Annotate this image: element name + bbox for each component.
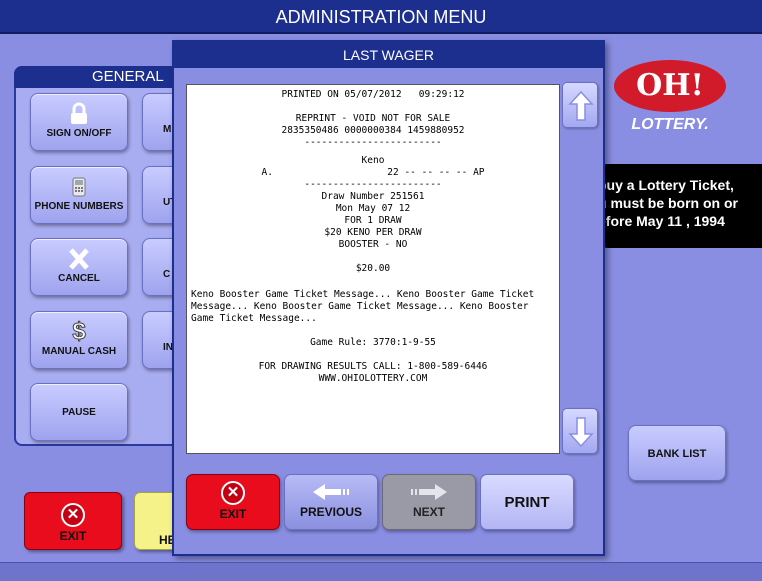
lock-icon: [71, 102, 87, 124]
previous-button[interactable]: PREVIOUS: [284, 474, 378, 530]
receipt-game: Keno: [361, 155, 385, 166]
pause-label: PAUSE: [62, 407, 96, 418]
general-header: GENERAL: [14, 66, 190, 88]
receipt-pick-line: A. 22 -- -- -- -- AP: [261, 167, 485, 178]
bottom-strip: [0, 562, 762, 581]
sign-on-off-label: SIGN ON/OFF: [46, 128, 112, 139]
cancel-label: CANCEL: [58, 273, 100, 284]
cancel-button[interactable]: CANCEL: [30, 238, 128, 296]
age-requirement-message: buy a Lottery Ticket, u must be born on …: [592, 164, 762, 248]
age-line-2: u must be born on or: [598, 195, 738, 211]
scroll-down-button[interactable]: [562, 408, 598, 454]
receipt-separator: ------------------------: [304, 179, 442, 190]
dialog-exit-button[interactable]: ✕ EXIT: [186, 474, 280, 530]
dialog-exit-label: EXIT: [219, 507, 247, 521]
x-icon: [69, 248, 89, 270]
pause-button[interactable]: PAUSE: [30, 383, 128, 441]
receipt-booster: BOOSTER - NO: [338, 239, 408, 250]
phone-icon: [72, 177, 86, 197]
receipt-printed: PRINTED ON 05/07/2012 09:29:12: [281, 89, 465, 100]
receipt-results: FOR DRAWING RESULTS CALL: 1-800-589-6446: [258, 361, 488, 372]
close-circle-icon: ✕: [61, 503, 85, 527]
logo-mark: OH!: [614, 60, 726, 112]
logo-word: LOTTERY.: [631, 116, 709, 133]
receipt-serial: 2835350486 0000000384 1459880952: [281, 125, 465, 136]
scroll-up-button[interactable]: [562, 82, 598, 128]
window-title: ADMINISTRATION MENU: [0, 0, 762, 34]
age-line-3: efore May 11 , 1994: [598, 213, 725, 229]
partial-label-3: C: [163, 269, 171, 280]
receipt-draws: FOR 1 DRAW: [344, 215, 402, 226]
receipt-date: Mon May 07 12: [335, 203, 411, 214]
receipt-message: Keno Booster Game Ticket Message... Keno…: [191, 289, 535, 324]
sign-on-off-button[interactable]: SIGN ON/OFF: [30, 93, 128, 151]
next-button[interactable]: NEXT: [382, 474, 476, 530]
exit-label: EXIT: [59, 529, 87, 543]
print-button[interactable]: PRINT: [480, 474, 574, 530]
dollar-icon: $: [72, 318, 86, 345]
ohio-lottery-logo: OH! LOTTERY.: [612, 60, 728, 140]
manual-cash-label: MANUAL CASH: [41, 346, 117, 357]
bank-list-button[interactable]: BANK LIST: [628, 425, 726, 481]
receipt-game-rule: Game Rule: 3770:1-9-55: [310, 337, 436, 348]
previous-label: PREVIOUS: [299, 505, 362, 519]
receipt-website: WWW.OHIOLOTTERY.COM: [318, 373, 428, 384]
dialog-title: LAST WAGER: [174, 42, 603, 68]
phone-numbers-label: PHONE NUMBERS: [34, 201, 124, 212]
age-line-1: buy a Lottery Ticket,: [598, 177, 734, 193]
last-wager-dialog: LAST WAGER PRINTED ON 05/07/2012 09:29:1…: [172, 40, 605, 556]
receipt-total: $20.00: [355, 263, 391, 274]
phone-numbers-button[interactable]: PHONE NUMBERS: [30, 166, 128, 224]
manual-cash-button[interactable]: $ MANUAL CASH: [30, 311, 128, 369]
receipt-draw-number: Draw Number 251561: [321, 191, 425, 202]
exit-button[interactable]: ✕ EXIT: [24, 492, 122, 550]
arrow-left-icon: [313, 484, 349, 500]
receipt-reprint: REPRINT - VOID NOT FOR SALE: [295, 113, 451, 124]
receipt-per-draw: $20 KENO PER DRAW: [324, 227, 422, 238]
receipt-view[interactable]: PRINTED ON 05/07/2012 09:29:12 REPRINT -…: [186, 84, 560, 454]
arrow-right-icon: [411, 484, 447, 500]
next-label: NEXT: [412, 505, 445, 519]
arrow-down-icon: [568, 417, 594, 448]
close-circle-icon: ✕: [221, 481, 245, 505]
arrow-up-icon: [568, 90, 594, 121]
receipt-separator: ------------------------: [304, 137, 442, 148]
